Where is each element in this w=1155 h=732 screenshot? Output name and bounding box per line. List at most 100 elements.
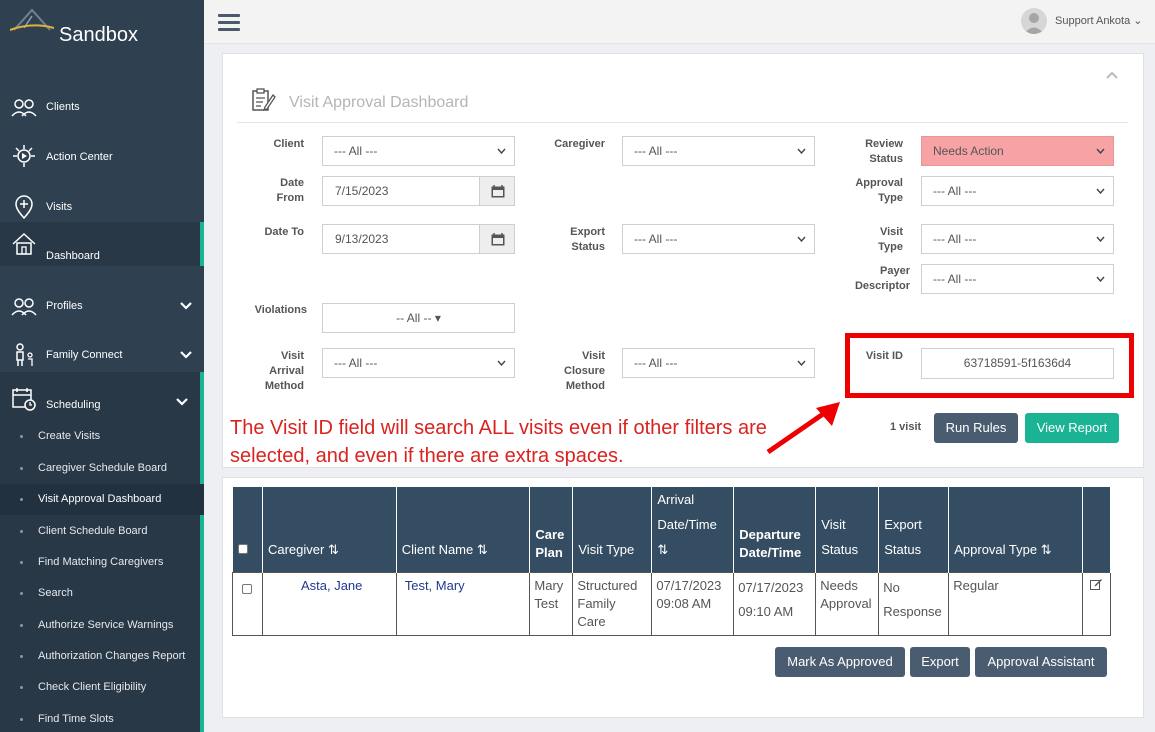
edit-icon[interactable] <box>1090 578 1103 590</box>
visit-type-cell: Structured Family Care <box>572 572 653 636</box>
review-status-select[interactable]: Needs Action <box>921 136 1114 166</box>
chevron-down-icon[interactable] <box>180 302 192 310</box>
run-rules-button[interactable]: Run Rules <box>934 413 1018 443</box>
approval-type-header[interactable]: Approval Type ⇅ <box>948 487 1083 573</box>
submenu-item-caregiver-schedule-board[interactable]: Caregiver Schedule Board <box>0 453 204 484</box>
payer-descriptor-select-value: --- All --- <box>933 272 977 286</box>
submenu-item-create-visits[interactable]: Create Visits <box>0 421 204 452</box>
header-label: Export <box>884 517 922 532</box>
sidebar-item-label: Dashboard <box>46 250 100 262</box>
submenu-item-authorize-service-warnings[interactable]: Authorize Service Warnings <box>0 610 204 641</box>
cell-text: Approval <box>820 596 872 611</box>
departure-cell: 07/17/2023 09:10 AM <box>733 572 817 636</box>
sidebar-item-scheduling[interactable]: Scheduling <box>0 372 204 419</box>
header-label: Visit Type <box>578 542 635 557</box>
avatar[interactable] <box>1021 8 1047 34</box>
review-status-label: Review Status <box>865 138 903 165</box>
sidebar-item-label: Clients <box>46 101 80 113</box>
sort-icon[interactable]: ⇅ <box>477 542 488 557</box>
view-report-button[interactable]: View Report <box>1025 413 1119 443</box>
submenu-item-label: Caregiver Schedule Board <box>38 462 168 474</box>
client-label: Client <box>273 138 304 150</box>
cell-text: Mary <box>534 578 564 593</box>
sidebar-item-label: Profiles <box>46 300 83 312</box>
chevron-down-icon[interactable] <box>176 398 188 406</box>
chevron-down-icon <box>1096 276 1105 282</box>
care-plan-cell: Mary Test <box>529 572 574 636</box>
submenu-item-label: Authorize Service Warnings <box>38 619 174 631</box>
client-name-header[interactable]: Client Name ⇅ <box>396 487 531 573</box>
submenu-item-find-matching-caregivers[interactable]: Find Matching Caregivers <box>0 547 204 578</box>
approval-type-select-value: --- All --- <box>933 184 977 198</box>
chevron-down-icon <box>797 148 806 154</box>
visit-status-cell: Needs Approval <box>815 572 880 636</box>
sort-icon[interactable]: ⇅ <box>328 542 339 557</box>
submenu-item-authorization-changes-report[interactable]: Authorization Changes Report <box>0 641 204 672</box>
calendar-button[interactable] <box>479 176 515 206</box>
visit-type-select[interactable]: --- All --- <box>921 224 1114 254</box>
chevron-up-icon[interactable] <box>1105 70 1119 80</box>
header-label: Client Name <box>401 542 474 557</box>
arrival-method-select[interactable]: --- All --- <box>322 348 515 378</box>
caregiver-header[interactable]: Caregiver ⇅ <box>262 487 397 573</box>
closure-method-select[interactable]: --- All --- <box>622 348 815 378</box>
submenu-item-label: Client Schedule Board <box>38 525 148 537</box>
submenu-item-find-time-slots[interactable]: Find Time Slots <box>0 704 204 732</box>
cell-text: 07/17/2023 <box>738 580 804 595</box>
cell-text: Test <box>534 596 559 611</box>
sort-icon[interactable]: ⇅ <box>1041 542 1052 557</box>
violations-dropdown[interactable]: -- All -- ▾ <box>322 303 515 333</box>
visits-icon <box>15 195 33 220</box>
cell-text: Structured <box>577 578 638 593</box>
edit-header <box>1082 487 1112 573</box>
export-status-select[interactable]: --- All --- <box>622 224 815 254</box>
sort-icon[interactable]: ⇅ <box>657 542 668 557</box>
export-button[interactable]: Export <box>910 647 970 677</box>
sidebar-item-label: Action Center <box>46 151 113 163</box>
client-select[interactable]: --- All --- <box>322 136 515 166</box>
sidebar-item-action-center[interactable]: Action Center <box>0 135 204 179</box>
user-menu[interactable]: Support Ankota ⌄ <box>1055 14 1143 27</box>
cell-text: No <box>883 580 900 595</box>
header-label: Caregiver <box>267 542 325 557</box>
sidebar-item-profiles[interactable]: Profiles <box>0 284 204 328</box>
approval-assistant-button[interactable]: Approval Assistant <box>975 647 1107 677</box>
submenu-item-search[interactable]: Search <box>0 578 204 609</box>
client-cell[interactable]: Test, Mary <box>395 572 531 636</box>
cell-text: Response <box>883 604 942 619</box>
approval-type-cell: Regular <box>948 572 1083 636</box>
submenu-item-check-client-eligibility[interactable]: Check Client Eligibility <box>0 672 204 703</box>
sidebar-item-family-connect[interactable]: Family Connect <box>0 333 204 377</box>
arrival-header[interactable]: Arrival Date/Time ⇅ <box>651 487 735 573</box>
scheduling-submenu: Create Visits Caregiver Schedule Board V… <box>0 419 204 732</box>
approval-type-select[interactable]: --- All --- <box>921 176 1114 206</box>
family-connect-icon <box>16 343 33 366</box>
sidebar-item-clients[interactable]: Clients <box>0 85 204 129</box>
arrival-method-select-value: --- All --- <box>334 356 378 370</box>
row-checkbox[interactable] <box>242 584 253 594</box>
caregiver-label: Caregiver <box>554 138 605 150</box>
select-all-checkbox[interactable] <box>237 544 248 554</box>
date-from-label: Date From <box>276 177 305 204</box>
submenu-item-label: Find Time Slots <box>38 713 114 725</box>
divider <box>237 122 1128 123</box>
chevron-down-icon <box>497 148 506 154</box>
payer-descriptor-select[interactable]: --- All --- <box>921 264 1114 294</box>
calendar-button[interactable] <box>479 224 515 254</box>
sidebar-item-dashboard[interactable]: Dashboard <box>0 222 204 266</box>
page-title: Visit Approval Dashboard <box>289 94 469 111</box>
caregiver-cell[interactable]: Asta, Jane <box>261 572 397 636</box>
submenu-item-client-schedule-board[interactable]: Client Schedule Board <box>0 516 204 547</box>
mark-as-approved-button[interactable]: Mark As Approved <box>775 647 905 677</box>
header-label: Date/Time <box>739 545 802 560</box>
caregiver-select-value: --- All --- <box>634 144 678 158</box>
annotation-arrow-icon <box>766 402 840 455</box>
result-count: 1 visit <box>890 421 922 433</box>
submenu-item-visit-approval-dashboard[interactable]: Visit Approval Dashboard <box>0 484 204 515</box>
chevron-down-icon[interactable] <box>180 351 192 359</box>
caregiver-select[interactable]: --- All --- <box>622 136 815 166</box>
date-to-input[interactable]: 9/13/2023 <box>322 224 515 254</box>
date-from-input[interactable]: 7/15/2023 <box>322 176 515 206</box>
hamburger-menu-icon[interactable] <box>218 14 240 32</box>
header-label: Date/Time <box>657 517 717 532</box>
